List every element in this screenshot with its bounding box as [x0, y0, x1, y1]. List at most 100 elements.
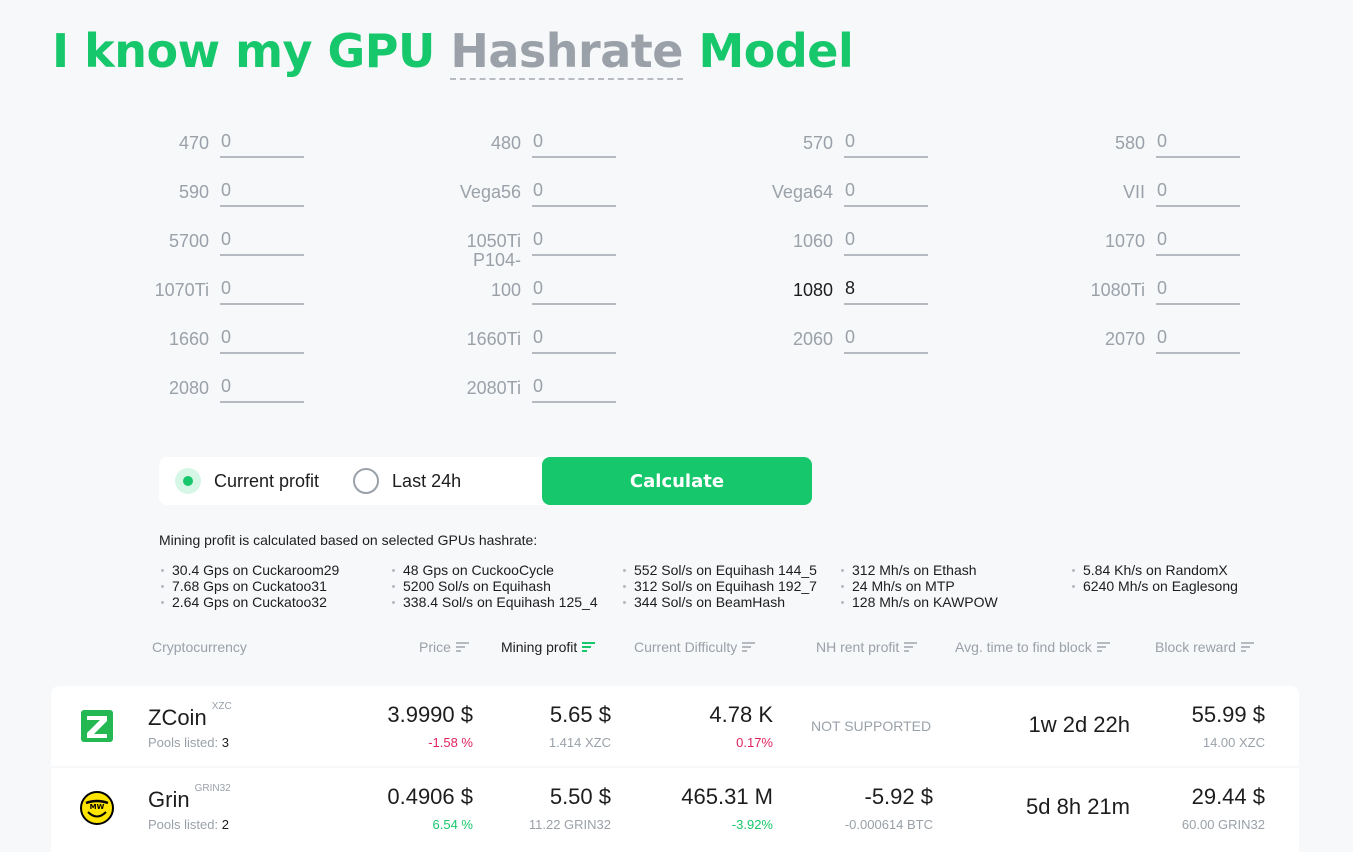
gpu-label: 580	[1114, 133, 1145, 153]
table-row[interactable]: MW Grin GRIN32 Pools listed: 2 0.4906 $ 6…	[51, 768, 1299, 852]
profit-controls: Current profit Last 24h Calculate	[159, 457, 812, 505]
gpu-label: 1660	[168, 329, 209, 349]
gpu-count-input[interactable]	[532, 273, 616, 305]
price-change: 6.54 %	[432, 817, 473, 832]
sort-icon	[904, 642, 918, 652]
gpu-count-input[interactable]	[844, 126, 928, 158]
nh-profit-btc: -0.000614 BTC	[844, 817, 933, 832]
radio-last-24h[interactable]: Last 24h	[353, 468, 461, 494]
difficulty-change: 0.17%	[736, 735, 773, 750]
pools-count: 3	[221, 735, 229, 750]
gpu-count-input[interactable]	[532, 175, 616, 207]
gpu-count-input[interactable]	[1156, 322, 1240, 354]
gpu-count-input[interactable]	[532, 126, 616, 158]
gpu-count-input[interactable]	[220, 126, 304, 158]
avg-time-value: 5d 8h 21m	[1026, 794, 1130, 819]
radio-dot	[183, 476, 193, 486]
coin-ticker: XZC	[211, 701, 232, 712]
header-label: Block reward	[1155, 639, 1236, 655]
avg-time-value: 1w 2d 22h	[1028, 712, 1130, 737]
pools-label: Pools listed:	[148, 735, 219, 750]
gpu-count-input[interactable]	[1156, 175, 1240, 207]
gpu-count-input[interactable]	[844, 175, 928, 207]
calculate-button[interactable]: Calculate	[542, 457, 812, 505]
header-avg-time-sort[interactable]: Avg. time to find block	[955, 639, 1110, 655]
gpu-count-input[interactable]	[1156, 273, 1240, 305]
sort-icon	[455, 642, 469, 652]
gpu-label: P104-100	[472, 250, 521, 300]
gpu-count-input[interactable]	[844, 273, 928, 305]
gpu-label: 470	[178, 133, 209, 153]
header-label: Mining profit	[501, 639, 578, 655]
gpu-count-input[interactable]	[220, 371, 304, 403]
profit-coin: 11.22 GRIN32	[528, 817, 611, 832]
gpu-count-input[interactable]	[532, 322, 616, 354]
header-label: NH rent profit	[816, 639, 900, 655]
gpu-label: Vega64	[771, 182, 833, 202]
gpu-1060: 1060	[764, 224, 1076, 256]
gpu-count-input[interactable]	[220, 322, 304, 354]
gpu-count-input[interactable]	[220, 273, 304, 305]
gpu-count-input[interactable]	[844, 224, 928, 256]
gpu-label: 2070	[1104, 329, 1145, 349]
gpu-p104-100: P104-100	[452, 250, 764, 305]
header-mining-profit-sort[interactable]: Mining profit	[501, 639, 596, 655]
list-item: 128 Mh/s on KAWPOW	[839, 594, 1070, 610]
coin-name: Grin GRIN32	[148, 783, 231, 813]
gpu-label: VII	[1122, 182, 1145, 202]
sort-icon	[742, 642, 756, 652]
difficulty-value: 4.78 K	[709, 702, 773, 727]
gpu-570: 570	[764, 126, 1076, 158]
nh-not-supported: NOT SUPPORTED	[811, 718, 932, 734]
gpu-label: 480	[490, 133, 521, 153]
gpu-590: 590	[140, 175, 452, 207]
gpu-label: 1660Ti	[466, 329, 521, 349]
list-item: 6240 Mh/s on Eaglesong	[1070, 578, 1238, 594]
sort-icon	[1096, 642, 1110, 652]
gpu-count-input[interactable]	[532, 224, 616, 256]
profit-coin: 1.414 XZC	[548, 735, 611, 750]
title-prefix: I know my GPU	[52, 24, 435, 78]
gpu-count-input[interactable]	[844, 322, 928, 354]
price-change: -1.58 %	[428, 735, 473, 750]
coin-ticker: GRIN32	[194, 783, 231, 794]
price-value: 3.9990 $	[387, 702, 473, 727]
list-item: 48 Gps on CuckooCycle	[390, 562, 621, 578]
radio-current-profit[interactable]: Current profit	[175, 468, 319, 494]
table-row[interactable]: ZCoin XZC Pools listed: 3 3.9990 $ -1.58 …	[51, 686, 1299, 766]
gpu-1660ti: 1660Ti	[452, 322, 764, 354]
nh-profit-value: -5.92 $	[864, 784, 934, 809]
reward-value: 55.99 $	[1191, 702, 1265, 727]
gpu-470: 470	[140, 126, 452, 158]
gpu-count-input[interactable]	[532, 371, 616, 403]
header-price-sort[interactable]: Price	[419, 639, 469, 655]
gpu-label: 1060	[792, 231, 833, 251]
hashrate-column: 552 Sol/s on Equihash 144_5 312 Sol/s on…	[621, 562, 839, 610]
mode-switch-hashrate[interactable]: Hashrate	[450, 24, 683, 80]
header-difficulty-sort[interactable]: Current Difficulty	[634, 639, 756, 655]
zcoin-logo-icon	[81, 710, 113, 742]
pools-listed: Pools listed: 2	[148, 817, 229, 832]
gpu-label: 1070Ti	[154, 280, 209, 300]
sort-icon	[1240, 642, 1254, 652]
list-item: 5200 Sol/s on Equihash	[390, 578, 621, 594]
page-title: I know my GPU Hashrate Model	[52, 24, 854, 80]
gpu-1070: 1070	[1076, 224, 1353, 256]
list-item: 24 Mh/s on MTP	[839, 578, 1070, 594]
reward-coin: 14.00 XZC	[1202, 735, 1265, 750]
gpu-count-input[interactable]	[1156, 126, 1240, 158]
gpu-count-input[interactable]	[220, 175, 304, 207]
radio-label: Current profit	[214, 470, 320, 491]
gpu-label: 2060	[792, 329, 833, 349]
gpu-vega56: Vega56	[452, 175, 764, 207]
gpu-2080ti: 2080Ti	[452, 371, 764, 403]
gpu-count-input[interactable]	[1156, 224, 1240, 256]
list-item: 312 Sol/s on Equihash 192_7	[621, 578, 839, 594]
hashrate-column: 30.4 Gps on Cuckaroom29 7.68 Gps on Cuck…	[159, 562, 390, 610]
header-block-reward-sort[interactable]: Block reward	[1155, 639, 1254, 655]
radio-checked-icon	[175, 468, 201, 494]
gpu-count-input[interactable]	[220, 224, 304, 256]
list-item: 5.84 Kh/s on RandomX	[1070, 562, 1238, 578]
header-nh-rent-sort[interactable]: NH rent profit	[816, 639, 918, 655]
list-item: 2.64 Gps on Cuckatoo32	[159, 594, 390, 610]
